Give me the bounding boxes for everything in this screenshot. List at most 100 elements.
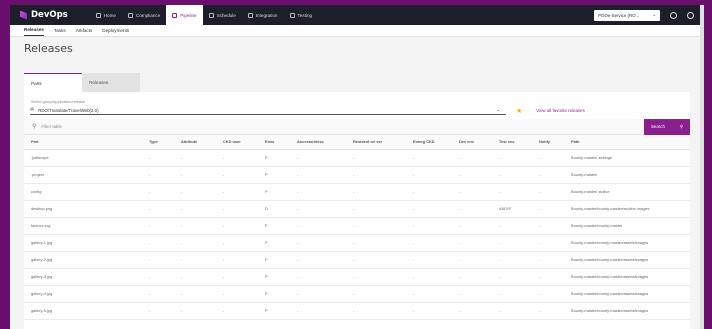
column-header[interactable]: Type	[142, 135, 174, 150]
column-header[interactable]: Dev env	[452, 135, 492, 150]
schedule-icon	[208, 12, 214, 18]
nav-tab-integration[interactable]: Integration	[242, 5, 284, 25]
table-cell: -	[532, 251, 564, 269]
table-cell: -	[492, 149, 532, 167]
table-row[interactable]: .project - - - P - - - - - - Bounty-master/	[24, 166, 690, 184]
table-cell: -	[174, 285, 216, 303]
service-select-value: POOe-Service (RO...	[598, 12, 640, 18]
scrollbar[interactable]	[700, 5, 704, 329]
table-cell: Bounty-master/bounty-master/assets/image…	[564, 268, 690, 286]
app-window: DevOps Home Compliance Pipeline Schedule…	[10, 5, 704, 329]
table-row[interactable]: gallery-4.jpg - - - P - - - - - - Bounty-master/bou…	[24, 285, 690, 303]
parts-table: Part Type Attribute CKD user Envs Ancestor/de…	[24, 135, 690, 320]
column-header[interactable]: Path	[564, 135, 690, 150]
nav-tab-compliance[interactable]: Compliance	[122, 5, 166, 25]
table-cell: -	[174, 302, 216, 320]
table-cell: -	[532, 166, 564, 184]
subnav-tasks[interactable]: Tasks	[54, 28, 66, 36]
table-cell: -	[346, 217, 406, 235]
search-button-label: Search	[651, 124, 665, 129]
table-cell: .jsdtscope	[24, 149, 142, 167]
nav-tab-testing[interactable]: Testing	[284, 5, 319, 25]
table-cell: -	[142, 285, 174, 303]
table-cell: -	[346, 166, 406, 184]
view-all-favorites-link[interactable]: View all favorite releases	[536, 108, 584, 113]
column-header[interactable]: CKD user	[216, 135, 258, 150]
table-cell: -	[406, 285, 452, 303]
table-cell: -	[174, 183, 216, 201]
brand[interactable]: DevOps	[20, 10, 68, 20]
column-header[interactable]: Part	[24, 135, 142, 150]
table-cell: favicon.svg	[24, 217, 142, 235]
table-cell: -	[290, 285, 346, 303]
top-right-controls: POOe-Service (RO... ⌄	[594, 9, 694, 21]
column-header[interactable]: Emerg CKD	[406, 135, 452, 150]
table-cell: -	[216, 200, 258, 218]
table-cell: -	[142, 217, 174, 235]
table-cell: -	[492, 166, 532, 184]
table-cell: -	[452, 200, 492, 218]
sub-nav: Releases Tasks Artifacts Deployments	[10, 25, 704, 37]
nav-tab-schedule[interactable]: Schedule	[203, 5, 242, 25]
release-selector[interactable]: ✇ RDO/Translate/TravelWeb(2.0) ⌄	[30, 106, 506, 115]
table-cell: -	[452, 251, 492, 269]
nav-tab-pipeline[interactable]: Pipeline	[166, 5, 203, 25]
table-cell: -	[216, 302, 258, 320]
table-row[interactable]: config - - - P - - - - - - Bounty-master/.stdlive	[24, 183, 690, 201]
subnav-deployments[interactable]: Deployments	[102, 28, 129, 36]
table-cell: -	[142, 149, 174, 167]
table-cell: -	[142, 302, 174, 320]
table-cell: -	[452, 268, 492, 286]
table-row[interactable]: gallery-2.jpg - - - P - - - - - - Bounty-master/bou…	[24, 251, 690, 269]
table-cell: -	[406, 234, 452, 252]
column-header[interactable]: Resident rel ver	[346, 135, 406, 150]
table-cell: -	[174, 268, 216, 286]
nav-tab-label: Integration	[255, 12, 278, 18]
table-cell: P	[258, 234, 290, 252]
testing-icon	[289, 12, 295, 18]
help-icon[interactable]	[670, 11, 677, 19]
table-row[interactable]: .jsdtscope - - - P - - - - - - Bounty-master/.setti…	[24, 149, 690, 167]
filter-input[interactable]: Filter table	[41, 124, 644, 129]
table-cell: -	[406, 268, 452, 286]
table-cell: -	[452, 234, 492, 252]
table-cell: -	[346, 234, 406, 252]
column-header[interactable]: Envs	[258, 135, 290, 150]
table-row[interactable]: favicon.svg - - - P - - - - - - Bounty-master/bount…	[24, 217, 690, 235]
subnav-releases[interactable]: Releases	[24, 27, 44, 36]
table-cell: -	[142, 268, 174, 286]
favorite-star-icon[interactable]: ★	[516, 107, 522, 115]
home-icon	[95, 12, 101, 18]
tab-parts[interactable]: Parts	[24, 73, 82, 92]
column-header[interactable]: Notify	[532, 135, 564, 150]
table-cell: -	[290, 166, 346, 184]
search-button[interactable]: Search ⚲	[644, 118, 690, 135]
subnav-artifacts[interactable]: Artifacts	[76, 28, 93, 36]
table-cell: -	[216, 149, 258, 167]
column-header[interactable]: Test env	[492, 135, 532, 150]
table-cell: -	[532, 149, 564, 167]
user-avatar-icon[interactable]	[687, 11, 694, 19]
table-cell: -	[346, 183, 406, 201]
nav-tab-label: Schedule	[216, 12, 236, 18]
table-cell: -	[532, 217, 564, 235]
column-header[interactable]: Ancestor/desc	[290, 135, 346, 150]
nav-tab-home[interactable]: Home	[90, 5, 122, 25]
table-cell: -	[216, 268, 258, 286]
table-row[interactable]: gallery-5.jpg - - - P - - - - - - Bounty-master/bou…	[24, 302, 690, 320]
table-cell: Bounty-master/bounty-master	[564, 217, 690, 235]
table-row[interactable]: desktop.png - - - D - - - - AN0YF - Bounty-master/b…	[24, 200, 690, 218]
table-cell: -	[346, 302, 406, 320]
table-cell: -	[406, 200, 452, 218]
service-select[interactable]: POOe-Service (RO... ⌄	[594, 9, 660, 21]
tab-releases[interactable]: Releases	[82, 73, 140, 92]
parts-panel: Select group/application/release ✇ RDO/T…	[24, 92, 690, 329]
table-cell: -	[406, 302, 452, 320]
table-cell: P	[258, 302, 290, 320]
table-cell: -	[346, 149, 406, 167]
nav-tab-label: Pipeline	[180, 12, 197, 18]
table-row[interactable]: gallery-3.jpg - - - P - - - - - - Bounty-master/bou…	[24, 268, 690, 286]
table-cell: -	[452, 166, 492, 184]
table-row[interactable]: gallery-1.jpg - - - P - - - - - - Bounty-master/bou…	[24, 234, 690, 252]
column-header[interactable]: Attribute	[174, 135, 216, 150]
